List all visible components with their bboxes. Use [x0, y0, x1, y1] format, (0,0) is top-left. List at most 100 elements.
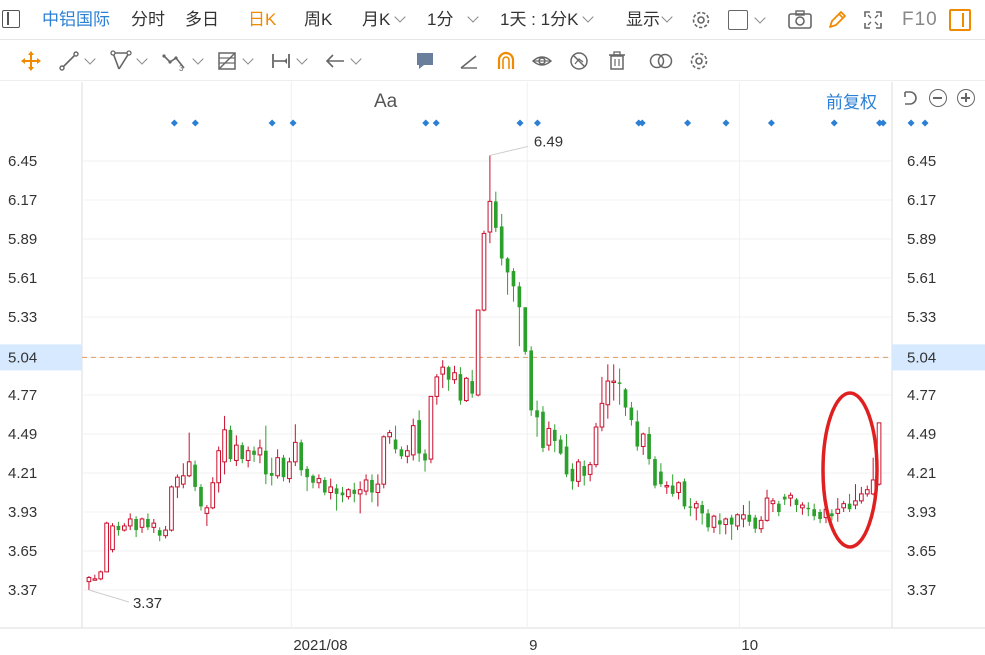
kline-chart[interactable]: 6.45 6.45 6.17 6.17 5.89 5.89 5.61 5.61 5.33 5.33…	[0, 82, 985, 655]
candle	[782, 493, 787, 506]
measure-icon[interactable]	[270, 50, 308, 72]
tab-intraday[interactable]: 分时	[131, 0, 165, 40]
event-marker-icon	[516, 119, 524, 127]
y-axis-label-left: 5.33	[8, 309, 37, 326]
crosshair-move-icon[interactable]	[20, 50, 42, 72]
candle-body-down	[423, 453, 427, 461]
tab-period-select[interactable]: 1天 : 1分K	[500, 0, 595, 40]
candle-body-down	[399, 449, 404, 457]
candle	[86, 576, 92, 590]
display-menu[interactable]: 显示	[626, 0, 673, 40]
candle-body-down	[847, 503, 852, 510]
tab-weekly-k[interactable]: 周K	[304, 0, 332, 40]
line-tool-icon[interactable]	[58, 50, 96, 72]
candle-body-down	[776, 503, 781, 512]
square-select-icon[interactable]	[728, 10, 748, 30]
candle-body-down	[682, 481, 687, 507]
panel-toggle-icon[interactable]	[2, 10, 20, 28]
settings-gear-icon[interactable]	[690, 9, 712, 31]
price-adjust-toggle[interactable]: 前复权	[826, 88, 877, 113]
candle-body-up	[275, 457, 280, 477]
y-axis-label-left: 3.93	[8, 504, 37, 521]
candle	[835, 498, 841, 522]
candle	[134, 516, 138, 538]
candle	[352, 482, 357, 503]
kline-chart-area[interactable]: 6.45 6.45 6.17 6.17 5.89 5.89 5.61 5.61 5.33 5.33…	[0, 82, 985, 655]
f10-button[interactable]: F10	[902, 0, 938, 40]
candle	[529, 346, 533, 416]
draw-settings-icon[interactable]	[688, 50, 710, 72]
candle-body-down	[499, 226, 504, 259]
undo-icon[interactable]	[900, 88, 920, 108]
candle	[859, 486, 864, 504]
y-axis-label-right: 5.33	[907, 309, 936, 326]
fullscreen-icon[interactable]	[862, 9, 884, 31]
wave-tool-icon[interactable]: 3	[162, 50, 204, 72]
candle-body-up	[546, 427, 552, 446]
candle-body-up	[328, 486, 334, 493]
y-axis-label-left: 3.65	[8, 543, 37, 560]
stock-name[interactable]: 中铝国际	[42, 0, 110, 40]
side-panel-icon[interactable]	[949, 9, 971, 31]
candle-body-down	[706, 513, 710, 528]
pencil-icon[interactable]	[826, 9, 848, 31]
candle-body-up	[676, 482, 681, 493]
candle-body-down	[670, 485, 675, 494]
candle-body-down	[659, 471, 663, 485]
magnet-icon[interactable]	[495, 50, 517, 72]
camera-icon[interactable]	[787, 9, 813, 31]
candle	[853, 484, 858, 510]
candle-body-down	[505, 258, 510, 273]
comment-icon[interactable]	[414, 50, 436, 72]
candle	[334, 484, 339, 511]
candle	[475, 309, 481, 397]
candle	[693, 500, 699, 521]
zoom-in-icon[interactable]	[957, 89, 975, 107]
tab-monthly-k[interactable]: 月K	[362, 0, 407, 40]
candle-body-up	[693, 503, 699, 509]
arrow-tool-icon[interactable]	[324, 50, 362, 72]
chevron-down-icon	[192, 53, 204, 65]
current-price-right-box	[892, 344, 985, 371]
angle-tool-icon[interactable]	[458, 50, 480, 72]
trash-icon[interactable]	[606, 50, 628, 72]
candle	[269, 457, 274, 486]
candle	[523, 307, 528, 355]
candle	[163, 525, 168, 539]
candle-body-up	[611, 380, 617, 383]
x-axis-label: 10	[741, 637, 758, 654]
candle	[281, 454, 286, 482]
chevron-down-icon	[136, 53, 148, 65]
tab-1min[interactable]: 1分	[427, 0, 480, 40]
channel-tool-icon[interactable]	[110, 50, 148, 72]
candle-body-up	[169, 486, 174, 531]
candle-body-up	[481, 232, 487, 311]
hide-drawings-icon[interactable]	[568, 50, 590, 72]
candle	[670, 474, 675, 497]
candle	[316, 474, 322, 489]
y-axis-label-right: 3.93	[907, 504, 936, 521]
candle	[204, 505, 210, 526]
candle	[157, 527, 162, 542]
y-axis-label-left: 5.04	[8, 349, 37, 366]
candle	[688, 498, 693, 517]
link-chain-icon[interactable]	[648, 50, 674, 72]
candle	[747, 500, 752, 526]
candle	[234, 435, 239, 467]
fib-grid-icon[interactable]	[216, 50, 254, 72]
candle	[370, 474, 374, 503]
candle-body-up	[98, 571, 104, 580]
candle-body-up	[346, 489, 351, 498]
eye-hide-icon[interactable]	[531, 50, 553, 72]
chevron-down-icon[interactable]	[754, 12, 766, 24]
event-marker-icon	[533, 119, 541, 127]
candle-body-down	[558, 439, 563, 454]
candle-body-up	[222, 429, 227, 463]
candle-body-up	[139, 518, 145, 528]
y-axis-label-right: 5.04	[907, 349, 936, 366]
candle-body-down	[552, 429, 557, 441]
candle	[753, 514, 758, 533]
tab-multi-day[interactable]: 多日	[185, 0, 219, 40]
zoom-out-icon[interactable]	[929, 89, 947, 107]
tab-daily-k[interactable]: 日K	[248, 0, 276, 40]
